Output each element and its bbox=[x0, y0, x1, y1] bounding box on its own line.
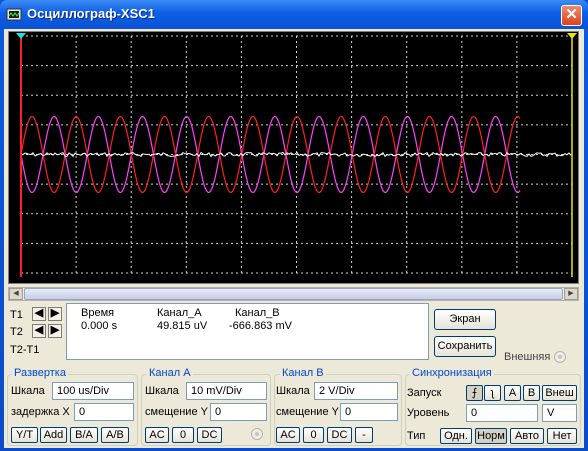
channel-a-scale-field[interactable]: 10 mV/Div bbox=[186, 382, 267, 400]
external-label: Внешняя bbox=[504, 351, 551, 363]
channel-a-dc-button[interactable]: DC bbox=[197, 427, 222, 443]
channel-b-header: Канал_B bbox=[235, 307, 280, 319]
timebase-legend: Развертка bbox=[12, 367, 68, 379]
trigger-source-a-button[interactable]: A bbox=[504, 385, 521, 401]
rising-edge-icon[interactable]: ⨍ bbox=[466, 385, 483, 401]
channel-b-scale-label: Шкала bbox=[276, 385, 310, 397]
trigger-level-unit[interactable]: V bbox=[542, 404, 577, 422]
add-mode-button[interactable]: Add bbox=[40, 427, 67, 443]
cursor-t2-marker-icon bbox=[567, 33, 577, 39]
delay-x-field[interactable]: 0 bbox=[74, 403, 134, 421]
trigger-legend: Синхронизация bbox=[410, 367, 494, 379]
scope-display[interactable] bbox=[8, 31, 579, 284]
delay-x-label: задержка X bbox=[11, 406, 70, 418]
trigger-single-button[interactable]: Одн. bbox=[440, 428, 472, 444]
channel-a-header: Канал_A bbox=[157, 307, 202, 319]
scroll-thumb[interactable] bbox=[24, 288, 563, 300]
oscilloscope-window: Осциллограф-XSC1 ✕ ◀ ▶ T1 ◀ ▶ T2 ◀ ▶ T2-… bbox=[0, 0, 588, 451]
channel-b-dc-button[interactable]: DC bbox=[327, 427, 352, 443]
close-icon: ✕ bbox=[565, 6, 578, 23]
trigger-normal-button[interactable]: Норм bbox=[475, 428, 507, 444]
window-title: Осциллограф-XSC1 bbox=[27, 6, 155, 21]
t2-right-arrow-icon[interactable]: ▶ bbox=[48, 324, 62, 338]
channel-b-offset-field[interactable]: 0 bbox=[340, 403, 398, 421]
radio-dot-icon bbox=[255, 432, 259, 436]
close-button[interactable]: ✕ bbox=[561, 5, 582, 26]
title-bar[interactable]: Осциллограф-XSC1 ✕ bbox=[0, 0, 588, 29]
t2-label: T2 bbox=[10, 326, 23, 338]
falling-edge-icon[interactable]: ʅ bbox=[484, 385, 501, 401]
channel-a-offset-label: смещение Y bbox=[145, 406, 208, 418]
channel-b-invert-button[interactable]: - bbox=[355, 427, 373, 443]
cursor-controls: T1 ◀ ▶ T2 ◀ ▶ T2-T1 bbox=[6, 304, 64, 360]
t1-right-arrow-icon[interactable]: ▶ bbox=[48, 307, 62, 321]
channel-a-legend: Канал A bbox=[147, 367, 193, 379]
timebase-scale-label: Шкала bbox=[11, 385, 45, 397]
screen-button[interactable]: Экран bbox=[434, 309, 496, 330]
channel-a-ac-button[interactable]: AC bbox=[145, 427, 169, 443]
trigger-edge-label: Запуск bbox=[407, 387, 442, 399]
ba-mode-button[interactable]: B/A bbox=[70, 427, 98, 443]
t1-label: T1 bbox=[10, 309, 23, 321]
trigger-source-ext-button[interactable]: Внеш bbox=[542, 385, 577, 401]
time-header: Время bbox=[81, 307, 115, 319]
channel-b-offset-label: смещение Y bbox=[276, 406, 339, 418]
channel-a-offset-field[interactable]: 0 bbox=[210, 403, 267, 421]
measurement-readout: Время Канал_A Канал_B 0.000 s 49.815 uV … bbox=[66, 303, 429, 360]
channel-b-scale-field[interactable]: 2 V/Div bbox=[314, 382, 398, 400]
radio-dot-icon bbox=[558, 355, 562, 359]
channel-b-ac-button[interactable]: AC bbox=[276, 427, 300, 443]
channel-a-scale-label: Шкала bbox=[145, 385, 179, 397]
trigger-level-field[interactable]: 0 bbox=[466, 404, 538, 422]
save-button[interactable]: Сохранить bbox=[434, 336, 496, 357]
scope-plot bbox=[16, 33, 577, 277]
trigger-source-b-button[interactable]: B bbox=[523, 385, 540, 401]
external-radio[interactable] bbox=[554, 351, 566, 363]
t2-t1-label: T2-T1 bbox=[10, 344, 40, 356]
channel-b-zero-button[interactable]: 0 bbox=[303, 427, 324, 443]
oscilloscope-icon bbox=[6, 8, 22, 21]
trigger-auto-button[interactable]: Авто bbox=[510, 428, 544, 444]
trigger-none-button[interactable]: Нет bbox=[547, 428, 577, 444]
oscilloscope-panel: ◀ ▶ T1 ◀ ▶ T2 ◀ ▶ T2-T1 Время Канал_A Ка… bbox=[4, 29, 584, 448]
channel-a-value: 49.815 uV bbox=[157, 320, 208, 332]
t1-left-arrow-icon[interactable]: ◀ bbox=[32, 307, 46, 321]
scroll-left-icon[interactable]: ◀ bbox=[9, 288, 23, 300]
channel-a-zero-button[interactable]: 0 bbox=[172, 427, 194, 443]
channel-b-legend: Канал B bbox=[280, 367, 326, 379]
timebase-scale-field[interactable]: 100 us/Div bbox=[52, 382, 134, 400]
channel-b-value: -666.863 mV bbox=[229, 320, 292, 332]
channel-a-radio[interactable] bbox=[251, 428, 263, 440]
trigger-level-label: Уровень bbox=[407, 407, 450, 419]
trigger-type-label: Тип bbox=[407, 430, 426, 442]
time-value: 0.000 s bbox=[81, 320, 118, 332]
t2-left-arrow-icon[interactable]: ◀ bbox=[32, 324, 46, 338]
yt-mode-button[interactable]: Y/T bbox=[11, 427, 38, 443]
cursor-t1-marker-icon bbox=[16, 33, 26, 39]
scroll-right-icon[interactable]: ▶ bbox=[564, 288, 578, 300]
ab-mode-button[interactable]: A/B bbox=[101, 427, 129, 443]
horizontal-scrollbar[interactable]: ◀ ▶ bbox=[8, 287, 579, 301]
